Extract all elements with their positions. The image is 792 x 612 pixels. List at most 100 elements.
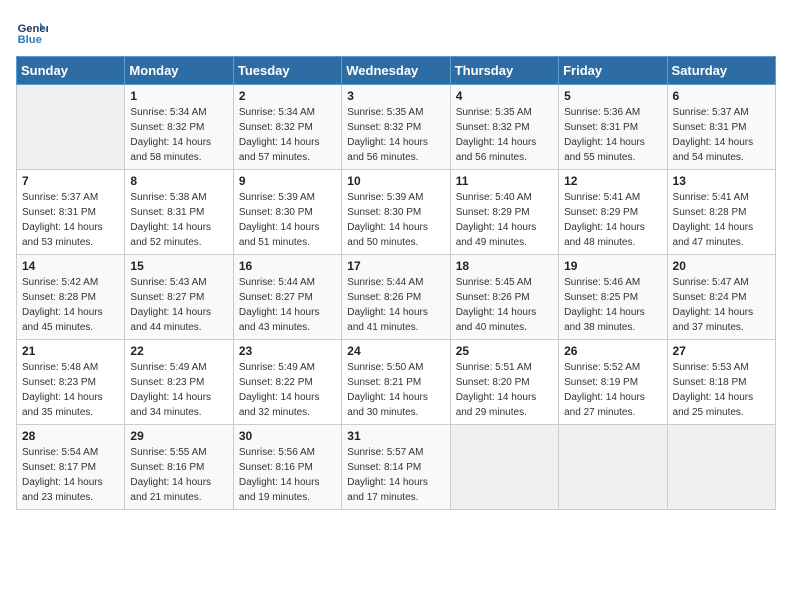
calendar-cell [17, 85, 125, 170]
day-number: 17 [347, 259, 444, 273]
calendar-week-2: 7Sunrise: 5:37 AMSunset: 8:31 PMDaylight… [17, 170, 776, 255]
calendar-cell: 4Sunrise: 5:35 AMSunset: 8:32 PMDaylight… [450, 85, 558, 170]
calendar-cell: 17 Sunrise: 5:44 AMSunset: 8:26 PMDayligh… [342, 255, 450, 340]
calendar-cell: 8 Sunrise: 5:38 AMSunset: 8:31 PMDaylight… [125, 170, 233, 255]
day-number: 10 [347, 174, 444, 188]
day-number: 28 [22, 429, 119, 443]
day-info: Sunrise: 5:56 AMSunset: 8:16 PMDaylight:… [239, 445, 336, 505]
calendar-cell: 31 Sunrise: 5:57 AMSunset: 8:14 PMDayligh… [342, 425, 450, 510]
day-info: Sunrise: 5:34 AMSunset: 8:32 PMDaylight:… [130, 105, 227, 165]
day-number: 23 [239, 344, 336, 358]
day-info: Sunrise: 5:41 AMSunset: 8:29 PMDaylight:… [564, 190, 661, 250]
calendar-cell: 28 Sunrise: 5:54 AMSunset: 8:17 PMDayligh… [17, 425, 125, 510]
calendar-cell: 15Sunrise: 5:43 AMSunset: 8:27 PMDayligh… [125, 255, 233, 340]
day-info: Sunrise: 5:35 AMSunset: 8:32 PMDaylight:… [456, 105, 553, 165]
calendar-cell [450, 425, 558, 510]
calendar-cell: 14 Sunrise: 5:42 AMSunset: 8:28 PMDayligh… [17, 255, 125, 340]
calendar-cell: 25 Sunrise: 5:51 AMSunset: 8:20 PMDayligh… [450, 340, 558, 425]
calendar-cell: 13 Sunrise: 5:41 AMSunset: 8:28 PMDayligh… [667, 170, 775, 255]
day-number: 20 [673, 259, 770, 273]
calendar-cell: 19Sunrise: 5:46 AMSunset: 8:25 PMDayligh… [559, 255, 667, 340]
calendar-cell: 3Sunrise: 5:35 AMSunset: 8:32 PMDaylight… [342, 85, 450, 170]
day-number: 14 [22, 259, 119, 273]
day-number: 8 [130, 174, 227, 188]
day-number: 21 [22, 344, 119, 358]
calendar-week-5: 28 Sunrise: 5:54 AMSunset: 8:17 PMDayligh… [17, 425, 776, 510]
day-info: Sunrise: 5:54 AMSunset: 8:17 PMDaylight:… [22, 445, 119, 505]
calendar-cell: 1 Sunrise: 5:34 AMSunset: 8:32 PMDaylight… [125, 85, 233, 170]
day-info: Sunrise: 5:39 AMSunset: 8:30 PMDaylight:… [347, 190, 444, 250]
calendar-cell: 26Sunrise: 5:52 AMSunset: 8:19 PMDayligh… [559, 340, 667, 425]
calendar-cell: 9 Sunrise: 5:39 AMSunset: 8:30 PMDaylight… [233, 170, 341, 255]
day-number: 9 [239, 174, 336, 188]
svg-text:Blue: Blue [18, 34, 42, 46]
day-info: Sunrise: 5:42 AMSunset: 8:28 PMDaylight:… [22, 275, 119, 335]
svg-text:General: General [18, 23, 48, 35]
day-info: Sunrise: 5:57 AMSunset: 8:14 PMDaylight:… [347, 445, 444, 505]
day-number: 1 [130, 89, 227, 103]
day-info: Sunrise: 5:34 AMSunset: 8:32 PMDaylight:… [239, 105, 336, 165]
day-number: 18 [456, 259, 553, 273]
calendar-cell: 18Sunrise: 5:45 AMSunset: 8:26 PMDayligh… [450, 255, 558, 340]
calendar-table: SundayMondayTuesdayWednesdayThursdayFrid… [16, 56, 776, 510]
day-number: 25 [456, 344, 553, 358]
calendar-cell: 5Sunrise: 5:36 AMSunset: 8:31 PMDaylight… [559, 85, 667, 170]
day-info: Sunrise: 5:48 AMSunset: 8:23 PMDaylight:… [22, 360, 119, 420]
header-saturday: Saturday [667, 57, 775, 85]
day-info: Sunrise: 5:50 AMSunset: 8:21 PMDaylight:… [347, 360, 444, 420]
calendar-week-3: 14 Sunrise: 5:42 AMSunset: 8:28 PMDayligh… [17, 255, 776, 340]
calendar-cell: 29 Sunrise: 5:55 AMSunset: 8:16 PMDayligh… [125, 425, 233, 510]
header-monday: Monday [125, 57, 233, 85]
calendar-cell: 12Sunrise: 5:41 AMSunset: 8:29 PMDayligh… [559, 170, 667, 255]
day-info: Sunrise: 5:39 AMSunset: 8:30 PMDaylight:… [239, 190, 336, 250]
day-info: Sunrise: 5:37 AMSunset: 8:31 PMDaylight:… [673, 105, 770, 165]
calendar-cell: 27Sunrise: 5:53 AMSunset: 8:18 PMDayligh… [667, 340, 775, 425]
day-number: 11 [456, 174, 553, 188]
day-number: 2 [239, 89, 336, 103]
calendar-header-row: SundayMondayTuesdayWednesdayThursdayFrid… [17, 57, 776, 85]
calendar-cell: 16 Sunrise: 5:44 AMSunset: 8:27 PMDayligh… [233, 255, 341, 340]
day-number: 22 [130, 344, 227, 358]
day-number: 15 [130, 259, 227, 273]
day-info: Sunrise: 5:38 AMSunset: 8:31 PMDaylight:… [130, 190, 227, 250]
calendar-body: 1 Sunrise: 5:34 AMSunset: 8:32 PMDaylight… [17, 85, 776, 510]
day-number: 13 [673, 174, 770, 188]
day-number: 5 [564, 89, 661, 103]
day-info: Sunrise: 5:44 AMSunset: 8:26 PMDaylight:… [347, 275, 444, 335]
calendar-cell [559, 425, 667, 510]
day-info: Sunrise: 5:51 AMSunset: 8:20 PMDaylight:… [456, 360, 553, 420]
day-info: Sunrise: 5:37 AMSunset: 8:31 PMDaylight:… [22, 190, 119, 250]
day-number: 19 [564, 259, 661, 273]
calendar-cell: 6Sunrise: 5:37 AMSunset: 8:31 PMDaylight… [667, 85, 775, 170]
logo-icon: General Blue [16, 16, 48, 48]
header-tuesday: Tuesday [233, 57, 341, 85]
day-info: Sunrise: 5:47 AMSunset: 8:24 PMDaylight:… [673, 275, 770, 335]
header-sunday: Sunday [17, 57, 125, 85]
calendar-cell: 7Sunrise: 5:37 AMSunset: 8:31 PMDaylight… [17, 170, 125, 255]
calendar-cell: 2 Sunrise: 5:34 AMSunset: 8:32 PMDaylight… [233, 85, 341, 170]
day-number: 30 [239, 429, 336, 443]
day-info: Sunrise: 5:40 AMSunset: 8:29 PMDaylight:… [456, 190, 553, 250]
calendar-cell: 20 Sunrise: 5:47 AMSunset: 8:24 PMDayligh… [667, 255, 775, 340]
day-info: Sunrise: 5:49 AMSunset: 8:22 PMDaylight:… [239, 360, 336, 420]
day-info: Sunrise: 5:41 AMSunset: 8:28 PMDaylight:… [673, 190, 770, 250]
calendar-cell: 30 Sunrise: 5:56 AMSunset: 8:16 PMDayligh… [233, 425, 341, 510]
page-header: General Blue [16, 16, 776, 48]
day-number: 31 [347, 429, 444, 443]
header-thursday: Thursday [450, 57, 558, 85]
calendar-cell [667, 425, 775, 510]
calendar-week-1: 1 Sunrise: 5:34 AMSunset: 8:32 PMDaylight… [17, 85, 776, 170]
day-number: 29 [130, 429, 227, 443]
calendar-cell: 11 Sunrise: 5:40 AMSunset: 8:29 PMDayligh… [450, 170, 558, 255]
day-number: 24 [347, 344, 444, 358]
calendar-cell: 21 Sunrise: 5:48 AMSunset: 8:23 PMDayligh… [17, 340, 125, 425]
day-info: Sunrise: 5:49 AMSunset: 8:23 PMDaylight:… [130, 360, 227, 420]
day-number: 16 [239, 259, 336, 273]
calendar-cell: 22 Sunrise: 5:49 AMSunset: 8:23 PMDayligh… [125, 340, 233, 425]
calendar-week-4: 21 Sunrise: 5:48 AMSunset: 8:23 PMDayligh… [17, 340, 776, 425]
day-info: Sunrise: 5:53 AMSunset: 8:18 PMDaylight:… [673, 360, 770, 420]
day-info: Sunrise: 5:44 AMSunset: 8:27 PMDaylight:… [239, 275, 336, 335]
day-number: 26 [564, 344, 661, 358]
logo: General Blue [16, 16, 52, 48]
day-info: Sunrise: 5:55 AMSunset: 8:16 PMDaylight:… [130, 445, 227, 505]
